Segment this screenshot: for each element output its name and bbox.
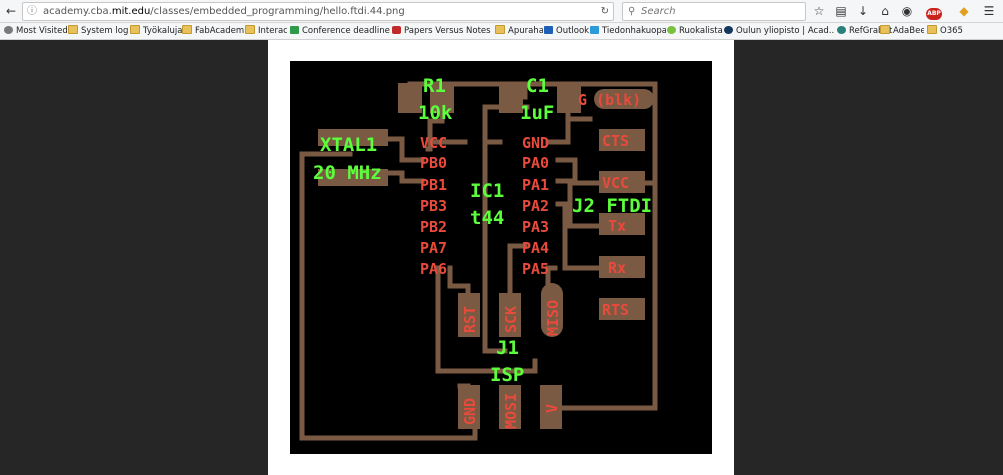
label-j1: J1	[496, 337, 519, 359]
folder-icon	[182, 25, 192, 34]
bookmark-tyokaluja[interactable]: Työkaluja	[130, 24, 182, 38]
pin-pa3: PA3	[522, 218, 549, 236]
browser-toolbar: ← ⓘ academy.cba.mit.edu/classes/embedded…	[0, 0, 1003, 23]
url-text: academy.cba.mit.edu/classes/embedded_pro…	[43, 6, 405, 17]
pin-rst: RST	[461, 306, 479, 333]
adabee-icon	[880, 25, 890, 34]
bookmark-adabee[interactable]: AdaBee	[880, 24, 924, 38]
pcb-image: VCC PB0 PB1 PB3 PB2 PA7 PA6 GND PA0 PA1 …	[290, 61, 712, 454]
label-r1: R1	[423, 75, 446, 97]
search-box[interactable]: ⚲	[622, 2, 806, 21]
pocket-icon[interactable]: ◉	[898, 3, 916, 19]
bookmark-outlook[interactable]: Outlook	[544, 24, 589, 38]
label-c1-value: 1uF	[520, 102, 554, 124]
label-ic1: IC1	[470, 180, 504, 202]
folder-icon	[495, 25, 505, 34]
library-icon	[590, 26, 599, 34]
label-r1-value: 10k	[418, 102, 453, 124]
pin-pa0: PA0	[522, 154, 549, 172]
pin-pb3: PB3	[420, 197, 447, 215]
outlook-icon	[544, 26, 553, 34]
pin-tx: Tx	[608, 217, 626, 235]
leaf-icon	[667, 26, 676, 34]
bookmark-papers-versus-notes[interactable]: Papers Versus Notes -...	[392, 24, 492, 38]
reading-list-icon[interactable]: ▤	[832, 3, 850, 19]
bookmark-most-visited[interactable]: Most Visited	[4, 24, 70, 38]
home-icon[interactable]: ⌂	[876, 3, 894, 19]
refgrab-icon	[837, 26, 846, 34]
cs-icon	[392, 26, 401, 34]
bookmark-o365[interactable]: O365	[927, 24, 967, 38]
pin-mosi: MOSI	[502, 393, 520, 429]
bookmark-interact[interactable]: Interact	[245, 24, 287, 38]
pin-gnd-isp: GND	[461, 398, 479, 425]
pin-rx: Rx	[608, 259, 626, 277]
star-icon[interactable]: ☆	[810, 3, 828, 19]
pin-sck: SCK	[502, 306, 520, 333]
search-icon: ⚲	[628, 6, 636, 17]
download-icon[interactable]: ↓	[854, 3, 872, 19]
pin-rts: RTS	[602, 301, 629, 319]
bookmarks-bar: Most Visited System login Työkaluja FabA…	[0, 23, 1003, 40]
adblock-icon[interactable]: ABP	[922, 3, 946, 20]
pin-vcc-ftdi: VCC	[602, 174, 629, 192]
pin-pa2: PA2	[522, 197, 549, 215]
label-c1: C1	[526, 75, 549, 97]
folder-icon	[130, 25, 140, 34]
pin-pb2: PB2	[420, 218, 447, 236]
folder-icon	[927, 25, 937, 34]
pin-g-blk: G (blk)	[578, 91, 641, 109]
search-input[interactable]	[641, 4, 796, 18]
reload-icon[interactable]: ↻	[601, 3, 609, 20]
label-ic1-value: t44	[470, 207, 504, 229]
shield-icon[interactable]: ◆	[955, 3, 973, 19]
pin-pa4: PA4	[522, 239, 549, 257]
bookmark-oulun-yliopisto[interactable]: Oulun yliopisto | Acad...	[724, 24, 834, 38]
pin-gnd-ic: GND	[522, 134, 549, 152]
label-j1-value: ISP	[490, 364, 524, 386]
pin-pb0: PB0	[420, 154, 447, 172]
pin-pa7: PA7	[420, 239, 447, 257]
url-bar[interactable]: ⓘ academy.cba.mit.edu/classes/embedded_p…	[22, 2, 614, 21]
gear-icon	[4, 26, 13, 34]
folder-icon	[245, 25, 255, 34]
calendar-icon	[290, 26, 299, 34]
pin-vcc-left: VCC	[420, 134, 447, 152]
bookmark-conference-deadlines[interactable]: Conference deadlines ...	[290, 24, 390, 38]
bookmark-tiedonhakuopas[interactable]: Tiedonhakuopas	[590, 24, 666, 38]
pin-pa1: PA1	[522, 176, 549, 194]
bookmark-system-login[interactable]: System login	[68, 24, 128, 38]
info-icon[interactable]: ⓘ	[27, 3, 37, 20]
pin-cts: CTS	[602, 132, 629, 150]
bookmark-apurahat[interactable]: Apurahat	[495, 24, 543, 38]
menu-icon[interactable]: ☰	[980, 3, 998, 19]
pin-pa6: PA6	[420, 260, 447, 278]
label-j2-ftdi: J2 FTDI	[572, 195, 652, 217]
bookmark-ruokalistat[interactable]: Ruokalistat	[667, 24, 723, 38]
label-xtal1-value: 20 MHz	[313, 162, 382, 184]
university-icon	[724, 26, 733, 34]
bookmark-fabacademy[interactable]: FabAcademy	[182, 24, 244, 38]
pin-miso: MISO	[544, 300, 562, 336]
pin-pa5: PA5	[522, 260, 549, 278]
back-arrow-icon[interactable]: ←	[2, 3, 20, 19]
pin-v: V	[543, 404, 561, 413]
label-xtal1: XTAL1	[320, 134, 377, 156]
pin-pb1: PB1	[420, 176, 447, 194]
folder-icon	[68, 25, 78, 34]
